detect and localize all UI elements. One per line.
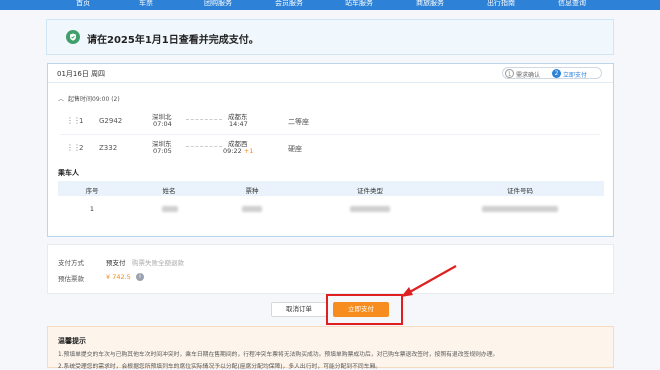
top-nav: 首页 车票 团购服务 会员服务 站车服务 商旅服务 出行指南 信息查询 bbox=[0, 0, 660, 10]
travel-date: 01月16日 周四 bbox=[57, 70, 106, 78]
progress-steps: 1 需求确认 2 立即支付 bbox=[502, 67, 602, 79]
nav-item-tickets[interactable]: 车票 bbox=[139, 0, 153, 8]
payment-method-value: 预支付 bbox=[106, 259, 126, 267]
to-time: 09:22 bbox=[223, 147, 242, 155]
notice-text: 请在2025年1月1日查看并完成支付。 bbox=[87, 35, 259, 46]
order-card-header: 01月16日 周四 1 需求确认 2 立即支付 bbox=[48, 64, 613, 83]
payment-deadline-notice: 请在2025年1月1日查看并完成支付。 bbox=[46, 19, 614, 55]
redacted-name bbox=[162, 206, 178, 212]
train-row: ⋮⋮ 2 Z332 深圳东 07:05 成都西 09:22 +1 硬座 bbox=[66, 137, 596, 161]
route-line bbox=[186, 119, 222, 120]
seat-type: 二等座 bbox=[288, 118, 309, 126]
order-card: 01月16日 周四 1 需求确认 2 立即支付 ︿ 起售时间09:00 (2) ⋮… bbox=[47, 63, 614, 237]
nav-item-group[interactable]: 团购服务 bbox=[204, 0, 232, 8]
tip-line: 2.系统受理您的需求时，会根据您所预填列车的席位实际情况予以分配(座席分配均保障… bbox=[58, 364, 382, 370]
passenger-index: 1 bbox=[89, 205, 95, 213]
chevron-up-icon: ︿ bbox=[58, 96, 65, 103]
nav-item-query[interactable]: 信息查询 bbox=[558, 0, 586, 8]
train-index: 2 bbox=[79, 144, 84, 152]
col-header-ticket-type: 票种 bbox=[245, 187, 259, 195]
step-2-label: 立即支付 bbox=[563, 72, 588, 79]
nav-item-member[interactable]: 会员服务 bbox=[275, 0, 303, 8]
passengers-title: 乘车人 bbox=[58, 169, 79, 177]
row-divider bbox=[60, 134, 600, 135]
redacted-ticket-type bbox=[242, 206, 262, 212]
redacted-id-number bbox=[482, 206, 558, 212]
col-header-index: 序号 bbox=[85, 187, 99, 195]
nav-item-guide[interactable]: 出行指南 bbox=[487, 0, 515, 8]
nav-item-home[interactable]: 首页 bbox=[76, 0, 90, 8]
sale-time-label: 起售时间09:00 (2) bbox=[68, 96, 120, 103]
cancel-order-button[interactable]: 取消订单 bbox=[271, 302, 327, 317]
to-time: 14:47 bbox=[229, 120, 248, 128]
train-code: Z332 bbox=[99, 144, 118, 152]
from-time: 07:04 bbox=[153, 120, 172, 128]
tips-panel: 温馨提示 1.预填单提交的车次与已购其他车次时间冲突时，乘车日期在售期间的，行程… bbox=[47, 326, 614, 370]
sale-time-group-toggle[interactable]: ︿ 起售时间09:00 (2) bbox=[58, 94, 120, 103]
to-time-wrap: 09:22 +1 bbox=[223, 147, 253, 155]
nav-item-business[interactable]: 商旅服务 bbox=[416, 0, 444, 8]
col-header-id-number: 证件号码 bbox=[507, 187, 533, 195]
from-time: 07:05 bbox=[153, 147, 172, 155]
step-2-number: 2 bbox=[552, 69, 561, 78]
estimated-fare-label: 预估票款 bbox=[58, 275, 84, 283]
payment-method-label: 支付方式 bbox=[58, 259, 84, 267]
drag-handle-icon[interactable]: ⋮⋮ bbox=[66, 116, 81, 125]
nav-item-station[interactable]: 站车服务 bbox=[345, 0, 373, 8]
train-row: ⋮⋮ 1 G2942 深圳北 07:04 成都东 14:47 二等座 bbox=[66, 110, 596, 134]
col-header-name: 姓名 bbox=[162, 187, 176, 195]
tip-line: 1.预填单提交的车次与已购其他车次时间冲突时，乘车日期在售期间的，行程冲突车票将… bbox=[58, 352, 499, 358]
step-1-number: 1 bbox=[505, 69, 514, 78]
col-header-id-type: 证件类型 bbox=[357, 187, 383, 195]
shield-check-icon bbox=[66, 30, 80, 44]
train-code: G2942 bbox=[99, 117, 123, 125]
step-1-label: 需求确认 bbox=[516, 72, 541, 79]
route-line bbox=[186, 146, 222, 147]
drag-handle-icon[interactable]: ⋮⋮ bbox=[66, 143, 81, 152]
info-icon[interactable]: i bbox=[136, 273, 144, 281]
tips-title: 温馨提示 bbox=[58, 337, 86, 345]
table-row: 1 bbox=[58, 196, 604, 220]
highlight-box bbox=[326, 294, 403, 325]
train-index: 1 bbox=[79, 117, 84, 125]
seat-type: 硬座 bbox=[288, 145, 302, 153]
passenger-table: 序号 姓名 票种 证件类型 证件号码 1 bbox=[58, 181, 604, 220]
day-offset-badge: +1 bbox=[243, 147, 254, 155]
payment-method-hint: 购票失败全额退款 bbox=[132, 259, 184, 267]
payment-info-card: 支付方式 预支付 购票失败全额退款 预估票款 ¥ 742.5 i bbox=[47, 244, 614, 294]
passenger-table-header: 序号 姓名 票种 证件类型 证件号码 bbox=[58, 181, 604, 196]
estimated-fare-value: ¥ 742.5 bbox=[106, 273, 131, 281]
redacted-id-type bbox=[350, 206, 390, 212]
